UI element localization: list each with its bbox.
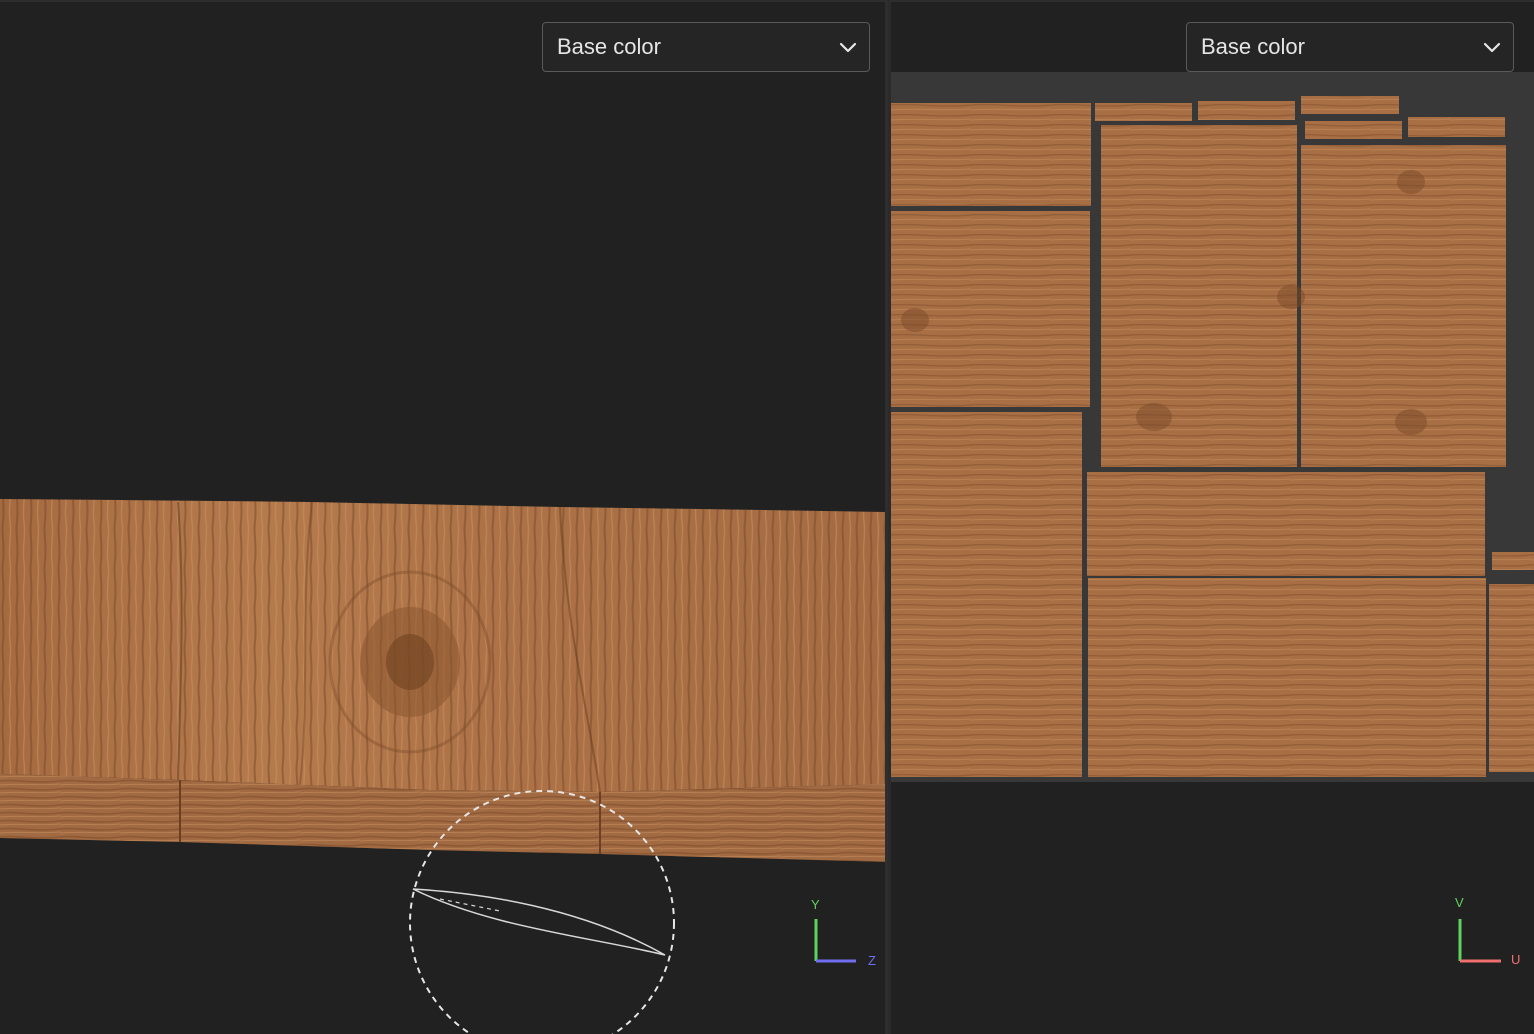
axis-label-y: Y: [811, 897, 820, 912]
uv-layout-canvas[interactable]: [891, 2, 1534, 1034]
viewport-uv[interactable]: V U Base color: [891, 0, 1534, 1034]
axis-label-u: U: [1511, 952, 1521, 967]
channel-select-uv[interactable]: Base color: [1186, 22, 1514, 72]
axis-label-v: V: [1455, 895, 1464, 910]
axis-label-z: Z: [868, 953, 876, 968]
uv-islands: [891, 96, 1534, 777]
channel-select-3d[interactable]: Base color: [542, 22, 870, 72]
texture-viewer: Y Z Base color V U Base color: [0, 0, 1534, 1034]
viewport-3d[interactable]: Y Z Base color: [0, 0, 888, 1034]
chevron-down-icon: [1483, 42, 1501, 53]
channel-select-value: Base color: [1201, 34, 1305, 59]
channel-select-value: Base color: [557, 34, 661, 59]
camera-gizmo[interactable]: [400, 787, 690, 1034]
chevron-down-icon: [839, 42, 857, 53]
